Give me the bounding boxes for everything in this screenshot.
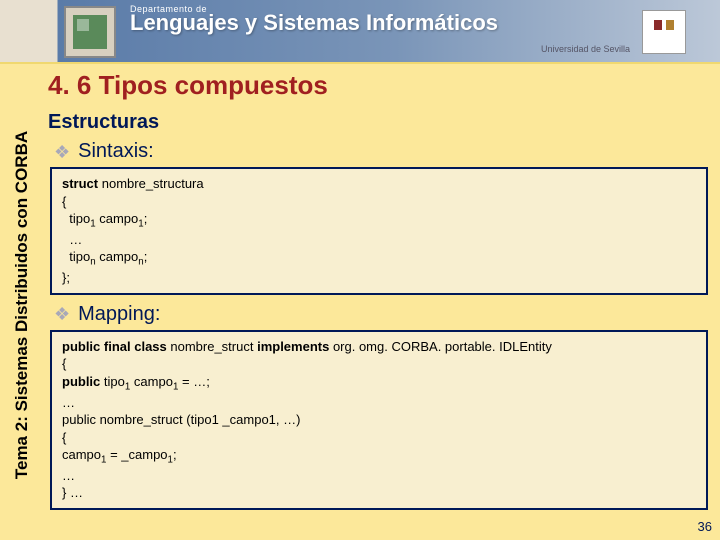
bullet-mapping-label: Mapping: [78,303,160,326]
banner-university: Universidad de Sevilla [541,44,630,54]
slide-subtitle: Estructuras [48,111,710,134]
diamond-bullet-icon: ❖ [54,143,70,161]
sidebar-topic-label: Tema 2: Sistemas Distribuidos con CORBA [2,70,42,540]
code-box-java-mapping: public final class nombre_struct impleme… [50,330,708,510]
university-crest [642,10,686,54]
banner-text: Departamento de Lenguajes y Sistemas Inf… [130,4,498,34]
slide-title: 4. 6 Tipos compuestos [48,70,710,101]
slide-content: 4. 6 Tipos compuestos Estructuras ❖ Sint… [48,70,710,518]
header-banner: Departamento de Lenguajes y Sistemas Inf… [0,0,720,64]
bullet-mapping: ❖ Mapping: [54,303,710,326]
bullet-sintaxis: ❖ Sintaxis: [54,140,710,163]
bullet-sintaxis-label: Sintaxis: [78,140,154,163]
sidebar-topic-text: Tema 2: Sistemas Distribuidos con CORBA [12,131,32,479]
code-box-struct-syntax: struct nombre_structura { tipo1 campo1; … [50,167,708,295]
diamond-bullet-icon: ❖ [54,305,70,323]
dept-logo [64,6,116,58]
page-number: 36 [698,519,712,534]
banner-title: Lenguajes y Sistemas Informáticos [130,12,498,34]
